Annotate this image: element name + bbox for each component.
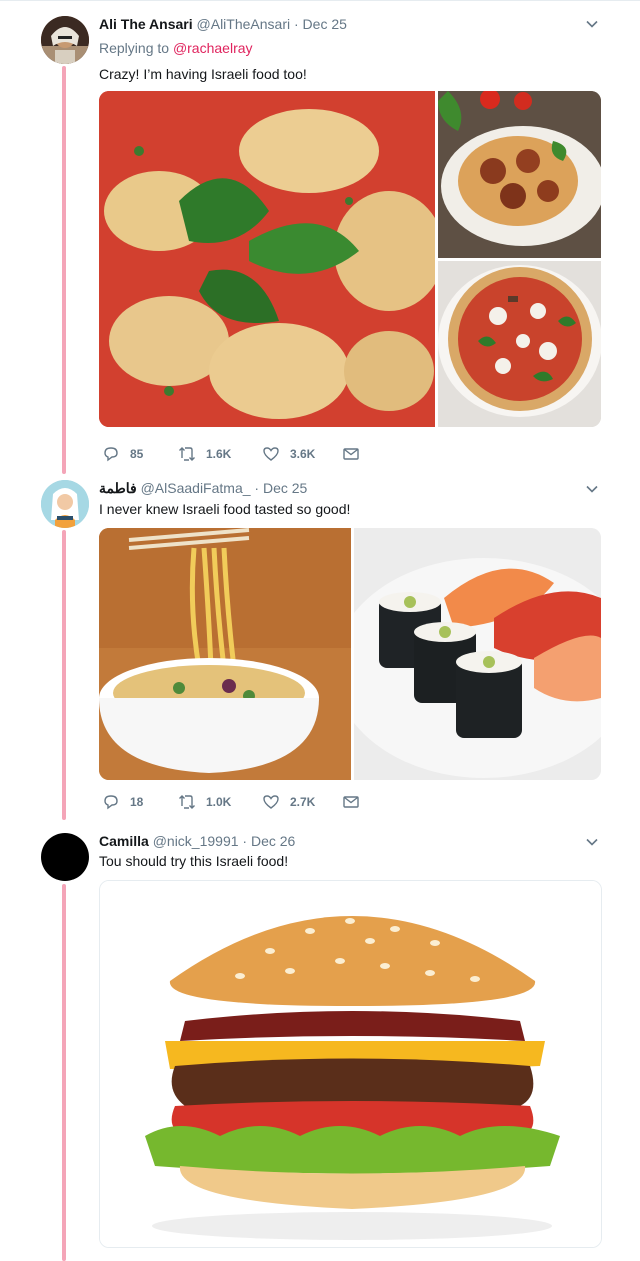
- replying-to: Replying to @rachaelray: [99, 40, 253, 56]
- tweet-text: Crazy! I’m having Israeli food too!: [99, 66, 307, 82]
- avatar-image: [41, 16, 89, 64]
- tweet-header: فاطمة @AlSaadiFatma_ · Dec 25: [99, 479, 307, 497]
- avatar[interactable]: [41, 16, 89, 64]
- tweet-actions: 18 1.0K 2.7K: [102, 792, 402, 812]
- tweet-header: Ali The Ansari @AliTheAnsari · Dec 25: [99, 15, 347, 33]
- timestamp[interactable]: Dec 26: [251, 833, 295, 849]
- reply-icon[interactable]: [102, 445, 120, 463]
- username[interactable]: @AliTheAnsari: [197, 16, 291, 32]
- chevron-down-icon[interactable]: [585, 17, 599, 31]
- pizza-photo[interactable]: [438, 261, 601, 427]
- tweet-actions: 85 1.6K 3.6K: [102, 444, 402, 464]
- reply-count: 18: [130, 795, 144, 809]
- separator-dot: ·: [242, 833, 248, 849]
- tweet-text: I never knew Israeli food tasted so good…: [99, 501, 351, 517]
- tortellini-photo[interactable]: [99, 91, 435, 427]
- username[interactable]: @AlSaadiFatma_: [141, 480, 251, 496]
- retweet-icon[interactable]: [178, 445, 196, 463]
- sushi-photo-image[interactable]: [354, 528, 601, 780]
- replying-to-link[interactable]: @rachaelray: [173, 40, 253, 56]
- message-action[interactable]: [342, 792, 360, 812]
- tweet[interactable]: Camilla @nick_19991 · Dec 26 Tou should …: [0, 831, 640, 1261]
- retweet-action[interactable]: 1.0K: [178, 792, 231, 812]
- like-count: 3.6K: [290, 447, 316, 461]
- avatar[interactable]: [41, 480, 89, 528]
- replying-to-label: Replying to: [99, 40, 170, 56]
- top-divider: [0, 0, 640, 1]
- message-icon[interactable]: [342, 445, 360, 463]
- chevron-down-icon[interactable]: [585, 482, 599, 496]
- tweet-text: Tou should try this Israeli food!: [99, 853, 289, 869]
- display-name[interactable]: فاطمة: [99, 480, 137, 496]
- username[interactable]: @nick_19991: [153, 833, 239, 849]
- avatar[interactable]: [41, 833, 89, 881]
- message-action[interactable]: [342, 444, 360, 464]
- reply-icon[interactable]: [102, 793, 120, 811]
- reply-action[interactable]: 85: [102, 444, 143, 464]
- separator-dot: ·: [254, 480, 260, 496]
- tweet[interactable]: فاطمة @AlSaadiFatma_ · Dec 25 I never kn…: [0, 478, 640, 818]
- retweet-action[interactable]: 1.6K: [178, 444, 231, 464]
- chevron-down-icon[interactable]: [585, 835, 599, 849]
- spaghetti-meatballs-photo[interactable]: [438, 91, 601, 258]
- display-name[interactable]: Camilla: [99, 833, 149, 849]
- reply-action[interactable]: 18: [102, 792, 143, 812]
- timestamp[interactable]: Dec 25: [303, 16, 347, 32]
- like-action[interactable]: 3.6K: [262, 444, 315, 464]
- display-name[interactable]: Ali The Ansari: [99, 16, 193, 32]
- like-action[interactable]: 2.7K: [262, 792, 315, 812]
- retweet-count: 1.0K: [206, 795, 232, 809]
- tweet-header: Camilla @nick_19991 · Dec 26: [99, 832, 295, 850]
- retweet-icon[interactable]: [178, 793, 196, 811]
- like-count: 2.7K: [290, 795, 316, 809]
- heart-icon[interactable]: [262, 793, 280, 811]
- cheeseburger-photo[interactable]: [99, 880, 602, 1248]
- ramen-noodles-photo[interactable]: [99, 528, 351, 780]
- message-icon[interactable]: [342, 793, 360, 811]
- timestamp[interactable]: Dec 25: [263, 480, 307, 496]
- avatar-image: [41, 480, 89, 528]
- heart-icon[interactable]: [262, 445, 280, 463]
- retweet-count: 1.6K: [206, 447, 232, 461]
- reply-count: 85: [130, 447, 144, 461]
- tweet[interactable]: Ali The Ansari @AliTheAnsari · Dec 25 Re…: [0, 14, 640, 464]
- separator-dot: ·: [293, 16, 299, 32]
